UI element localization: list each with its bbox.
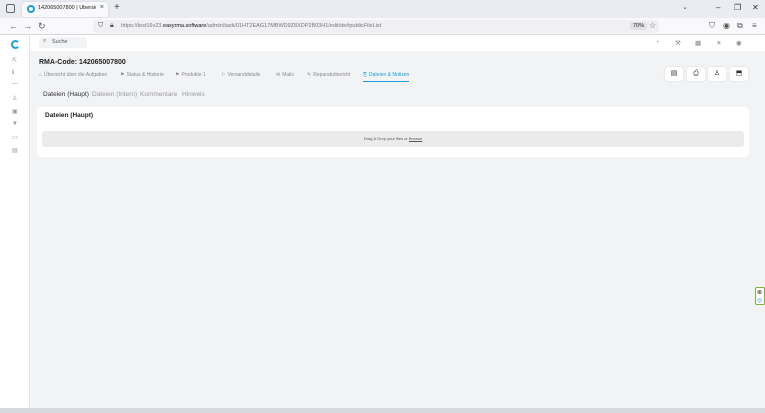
browser-tab-active[interactable]: 142065007800 | Übersicht übe × — [22, 2, 108, 17]
new-tab-button[interactable]: + — [114, 3, 120, 13]
maximize-button[interactable]: ❐ — [734, 3, 741, 12]
task-nav-tabs: ⌂ Übersicht über die Aufgaben ⚑ Status & H… — [39, 72, 599, 82]
browser-tab-bar: 142065007800 | Übersicht übe × + ⌄ – ❐ ✕ — [0, 0, 765, 18]
subtab-comments[interactable]: Kommentare — [140, 91, 177, 98]
window-close-button[interactable]: ✕ — [752, 3, 759, 12]
subtab-note[interactable]: Hinweis — [182, 91, 205, 98]
status-strip — [0, 408, 765, 413]
tab-files-notes[interactable]: ⎘ Dateien & Notizen — [363, 72, 410, 82]
back-button[interactable]: ← — [9, 21, 18, 31]
sidebar-package-icon[interactable]: ▣ — [12, 108, 18, 115]
tab-repair-report[interactable]: ✎ Reparaturbericht — [307, 72, 350, 82]
export-icon: ⬒ — [735, 70, 743, 77]
sidebar-chat-icon[interactable]: ▭ — [12, 134, 18, 141]
tab-mails[interactable]: ✉ Mails — [276, 72, 294, 82]
sidebar: ⇱ ℹ — ♙ ▣ ▼ ▭ ▤ — [0, 35, 30, 408]
chat-icon[interactable]: ▩ — [695, 39, 701, 47]
sidebar-list-icon[interactable]: — — [12, 81, 18, 87]
lock-icon[interactable]: 🔒︎ — [110, 22, 114, 30]
sidebar-document-icon[interactable]: ▤ — [12, 147, 18, 154]
app-area: ⇱ ℹ — ♙ ▣ ▼ ▭ ▤ ⌕ Suche ◔ ⚒ ▩ ☀ ◉ RMA-Co… — [0, 35, 765, 413]
tab-shipping[interactable]: ⚐ Versanddetails — [221, 72, 260, 82]
help-icon[interactable]: ◔ — [655, 39, 659, 46]
app-logo-icon[interactable] — [11, 40, 20, 49]
tools-icon[interactable]: ⚒ — [675, 39, 681, 47]
floating-widget[interactable]: ⊗ ◎ — [755, 287, 765, 305]
menu-hamburger-icon[interactable]: ≡ — [752, 21, 757, 30]
theme-icon[interactable]: ☀ — [716, 39, 722, 47]
tab-close-icon[interactable]: × — [100, 4, 104, 11]
print-icon: ⎙ — [693, 70, 699, 77]
search-placeholder: Suche — [52, 39, 68, 45]
url-bar[interactable]: ⛉ 🔒︎ https://test16v23.easyrma.software/… — [93, 20, 659, 33]
home-icon: ⌂ — [39, 72, 43, 78]
browser-nav-bar: ← → ↻ ⛉ 🔒︎ https://test16v23.easyrma.sof… — [0, 18, 765, 35]
url-text[interactable]: https://test16v23.easyrma.software/admin… — [121, 23, 381, 29]
file-dropzone[interactable]: Drag & Drop your files or Browse — [42, 131, 744, 147]
mail-icon: ✉ — [276, 72, 281, 78]
tab-products[interactable]: ⚑ Produkte 1 — [175, 72, 206, 82]
user-avatar-icon[interactable]: ◉ — [736, 39, 742, 47]
zoom-level[interactable]: 70% — [630, 22, 648, 30]
product-icon: ⚑ — [175, 72, 180, 78]
search-input[interactable]: ⌕ Suche — [39, 37, 87, 48]
card-title: Dateien (Haupt) — [45, 112, 94, 119]
files-card: Dateien (Haupt) Drag & Drop your files o… — [37, 107, 749, 157]
files-icon: ⎘ — [363, 72, 368, 78]
export-button[interactable]: ⬒ — [730, 67, 748, 81]
window-menu-icon[interactable] — [6, 4, 15, 13]
app-top-bar: ⌕ Suche ◔ ⚒ ▩ ☀ ◉ — [30, 35, 765, 51]
tab-overview[interactable]: ⌂ Übersicht über die Aufgaben — [39, 72, 107, 82]
dropzone-text: Drag & Drop your files or — [363, 136, 408, 141]
sidebar-filter-icon[interactable]: ▼ — [12, 121, 18, 127]
account-icon[interactable]: ◉ — [723, 21, 730, 30]
site-favicon-icon — [27, 5, 35, 13]
reload-button[interactable]: ↻ — [38, 21, 46, 31]
tracking-shield-icon[interactable]: ⛉ — [98, 22, 103, 30]
list-view-button[interactable]: ▤ — [665, 67, 683, 81]
browser-tab-title: 142065007800 | Übersicht übe — [38, 5, 96, 11]
forward-button[interactable]: → — [23, 21, 32, 31]
flag-icon: ⚑ — [120, 72, 125, 78]
page-title: RMA-Code: 142065007800 — [39, 59, 126, 66]
subtab-files-internal[interactable]: Dateien (Intern) — [92, 91, 137, 98]
browse-link[interactable]: Browse — [409, 136, 422, 141]
truck-icon: ⚐ — [221, 72, 226, 78]
sidebar-info-icon[interactable]: ℹ — [12, 69, 14, 76]
user-plus-icon: ♙ — [713, 70, 721, 77]
search-icon: ⌕ — [43, 38, 47, 44]
sidebar-user-icon[interactable]: ♙ — [12, 95, 17, 102]
bookmark-star-icon[interactable]: ☆ — [649, 21, 656, 30]
pencil-icon: ✎ — [307, 72, 312, 78]
widget-close-icon[interactable]: ⊗ — [757, 290, 762, 296]
extensions-icon[interactable]: ⧉ — [737, 21, 743, 31]
list-tabs-icon[interactable]: ⌄ — [682, 3, 688, 11]
minimize-button[interactable]: – — [716, 3, 720, 12]
subtab-files-main[interactable]: Dateien (Haupt) — [43, 91, 89, 98]
widget-target-icon[interactable]: ◎ — [757, 298, 762, 304]
assign-user-button[interactable]: ♙ — [708, 67, 726, 81]
print-button[interactable]: ⎙ — [687, 67, 705, 81]
tab-status-history[interactable]: ⚑ Status & Historie — [120, 72, 164, 82]
sidebar-expand-icon[interactable]: ⇱ — [12, 57, 17, 64]
list-icon: ▤ — [670, 70, 678, 77]
pocket-icon[interactable]: ⛉ — [709, 21, 715, 31]
